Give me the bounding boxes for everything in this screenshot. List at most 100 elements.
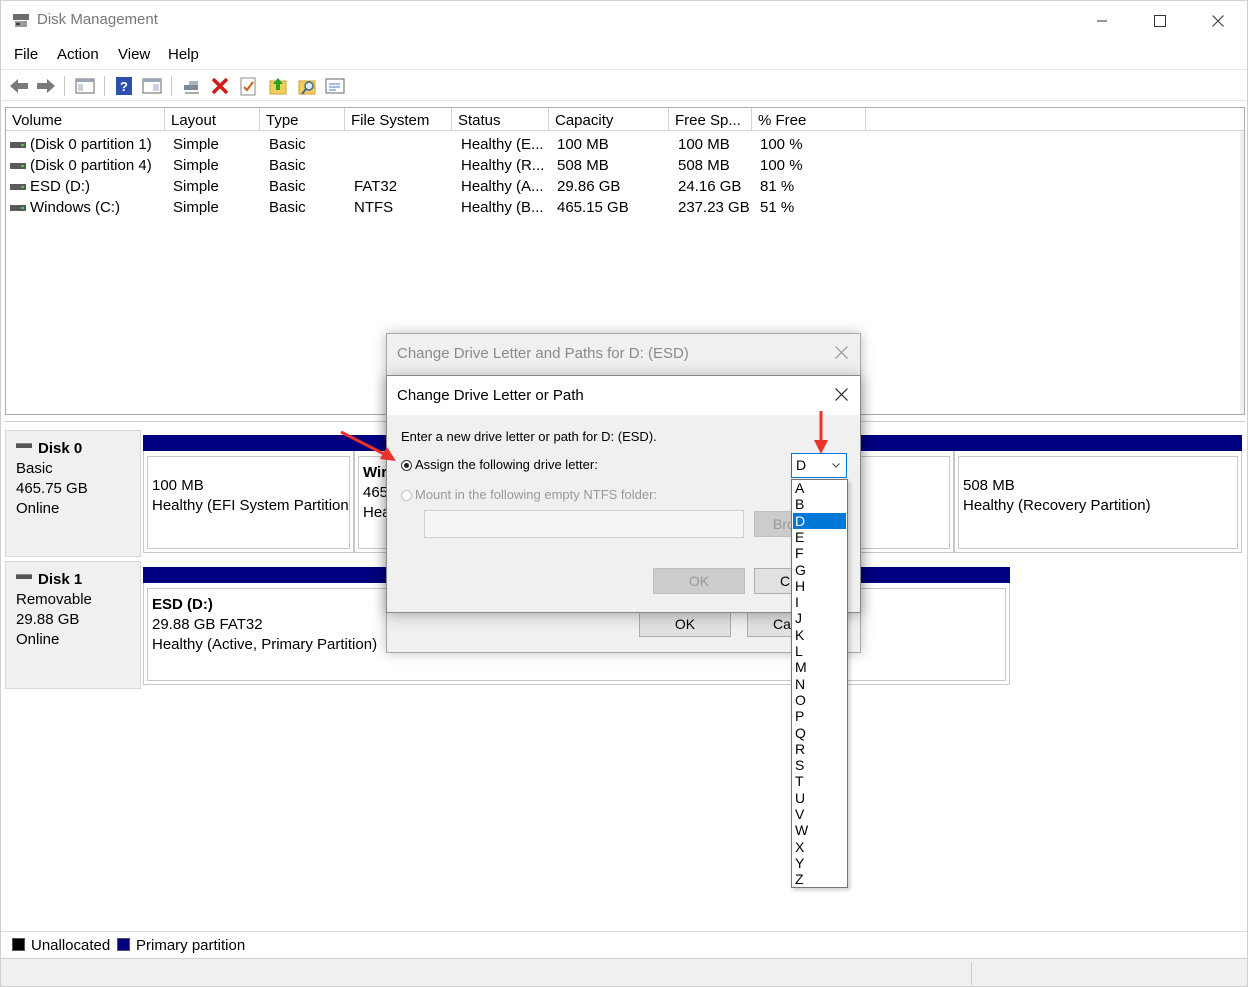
- column-type[interactable]: Type: [260, 108, 345, 131]
- minimize-button[interactable]: [1073, 1, 1131, 41]
- menu-file[interactable]: File: [14, 46, 38, 63]
- help-icon[interactable]: ?: [113, 75, 135, 97]
- cell-volume: Windows (C:): [30, 199, 121, 216]
- menu-bar: File Action View Help: [1, 43, 1247, 67]
- cell-status: Healthy (A...: [461, 178, 544, 195]
- column-free-space[interactable]: Free Sp...: [669, 108, 752, 131]
- cell-free-space: 508 MB: [678, 157, 730, 174]
- cell-file-system: NTFS: [354, 199, 394, 216]
- column-capacity[interactable]: Capacity: [549, 108, 669, 131]
- column-volume[interactable]: Volume: [6, 108, 165, 131]
- folder-path-input[interactable]: [424, 510, 744, 538]
- letter-option[interactable]: L: [793, 643, 846, 659]
- letter-option-selected[interactable]: D: [793, 512, 846, 529]
- letter-option[interactable]: W: [793, 822, 846, 838]
- search-icon[interactable]: [296, 75, 318, 97]
- disk-name: Disk 1: [38, 571, 83, 588]
- menu-help[interactable]: Help: [168, 46, 199, 63]
- table-row[interactable]: Windows (C:) Simple Basic NTFS Healthy (…: [6, 197, 1206, 218]
- partition-status: Healthy (Recovery Partition): [963, 497, 1151, 514]
- menu-view[interactable]: View: [118, 46, 150, 63]
- legend-unallocated: Unallocated: [12, 937, 110, 954]
- letter-option[interactable]: X: [793, 839, 846, 855]
- letter-option[interactable]: Y: [793, 855, 846, 871]
- mount-folder-label[interactable]: Mount in the following empty NTFS folder…: [415, 487, 657, 502]
- cell-percent-free: 51 %: [760, 199, 795, 216]
- table-row[interactable]: (Disk 0 partition 1) Simple Basic Health…: [6, 134, 1206, 155]
- menu-action[interactable]: Action: [57, 46, 99, 63]
- letter-option[interactable]: N: [793, 676, 846, 692]
- outer-ok-button[interactable]: OK: [639, 611, 731, 637]
- table-row[interactable]: (Disk 0 partition 4) Simple Basic Health…: [6, 155, 1206, 176]
- legend: Unallocated Primary partition: [1, 931, 1247, 957]
- letter-option[interactable]: K: [793, 627, 846, 643]
- cell-type: Basic: [269, 157, 306, 174]
- mount-folder-radio[interactable]: [401, 490, 412, 501]
- disk-1-label[interactable]: Disk 1 Removable 29.88 GB Online: [5, 561, 141, 689]
- volume-icon: [10, 163, 26, 169]
- console-tree-icon[interactable]: [74, 75, 96, 97]
- column-file-system[interactable]: File System: [345, 108, 452, 131]
- up-icon[interactable]: [267, 75, 289, 97]
- partition-size: 508 MB: [963, 477, 1015, 494]
- properties-icon[interactable]: [141, 75, 163, 97]
- letter-option[interactable]: G: [793, 562, 846, 578]
- letter-option[interactable]: E: [793, 529, 846, 545]
- cell-volume: (Disk 0 partition 1): [30, 136, 152, 153]
- ok-button[interactable]: OK: [653, 568, 745, 594]
- column-percent-free[interactable]: % Free: [752, 108, 866, 131]
- letter-option[interactable]: S: [793, 757, 846, 773]
- vertical-scrollbar[interactable]: [1240, 131, 1244, 414]
- drive-letter-select[interactable]: D: [791, 453, 847, 478]
- disk-type: Removable: [16, 591, 92, 608]
- disk-size: 29.88 GB: [16, 611, 80, 628]
- letter-option[interactable]: R: [793, 741, 846, 757]
- cell-free-space: 237.23 GB: [678, 199, 750, 216]
- dialog-prompt: Enter a new drive letter or path for D: …: [401, 429, 657, 444]
- letter-option[interactable]: Q: [793, 725, 846, 741]
- close-button[interactable]: [1189, 1, 1247, 41]
- cell-type: Basic: [269, 199, 306, 216]
- view-icon[interactable]: [324, 75, 346, 97]
- partition-label: ESD (D:): [152, 595, 213, 615]
- letter-option[interactable]: V: [793, 806, 846, 822]
- partition-recovery[interactable]: 508 MB Healthy (Recovery Partition): [954, 435, 1242, 553]
- disk-0-label[interactable]: Disk 0 Basic 465.75 GB Online: [5, 430, 141, 557]
- assign-letter-radio[interactable]: [401, 460, 412, 471]
- close-icon[interactable]: [835, 388, 848, 401]
- cell-capacity: 508 MB: [557, 157, 609, 174]
- letter-option[interactable]: J: [793, 610, 846, 626]
- letter-option[interactable]: H: [793, 578, 846, 594]
- list-header: Volume Layout Type File System Status Ca…: [6, 108, 1244, 131]
- toolbar-separator: [64, 76, 65, 96]
- partition-efi[interactable]: 100 MB Healthy (EFI System Partition: [143, 435, 354, 553]
- letter-option[interactable]: P: [793, 708, 846, 724]
- close-icon[interactable]: [835, 346, 848, 359]
- cell-layout: Simple: [173, 157, 219, 174]
- table-row[interactable]: ESD (D:) Simple Basic FAT32 Healthy (A..…: [6, 176, 1206, 197]
- letter-option[interactable]: M: [793, 659, 846, 675]
- check-icon[interactable]: [237, 75, 259, 97]
- dialog-header: Change Drive Letter or Path: [387, 376, 860, 415]
- letter-option[interactable]: F: [793, 545, 846, 561]
- letter-option[interactable]: U: [793, 790, 846, 806]
- maximize-button[interactable]: [1131, 1, 1189, 41]
- letter-option[interactable]: I: [793, 594, 846, 610]
- letter-option[interactable]: B: [793, 496, 846, 512]
- column-status[interactable]: Status: [452, 108, 549, 131]
- assign-letter-label[interactable]: Assign the following drive letter:: [415, 457, 598, 472]
- letter-option[interactable]: A: [793, 480, 846, 496]
- letter-option[interactable]: O: [793, 692, 846, 708]
- column-layout[interactable]: Layout: [165, 108, 260, 131]
- back-icon[interactable]: [8, 75, 30, 97]
- forward-icon[interactable]: [35, 75, 57, 97]
- status-divider: [971, 963, 972, 985]
- letter-option[interactable]: T: [793, 773, 846, 789]
- cell-percent-free: 100 %: [760, 157, 803, 174]
- drive-letter-dropdown[interactable]: A B D E F G H I J K L M N O P Q R S T U …: [791, 479, 848, 888]
- letter-option[interactable]: Z: [793, 871, 846, 887]
- delete-icon[interactable]: [209, 75, 231, 97]
- cell-percent-free: 81 %: [760, 178, 795, 195]
- window-title: Disk Management: [37, 11, 158, 28]
- connect-icon[interactable]: [181, 75, 203, 97]
